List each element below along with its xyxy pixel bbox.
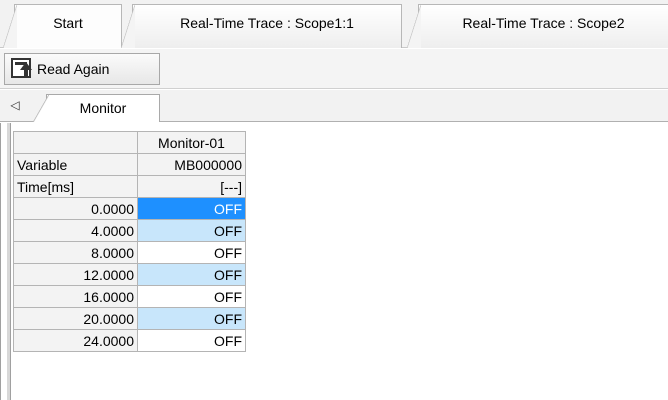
scroll-left-icon[interactable]: ◁ (8, 96, 22, 114)
toolbar: Read Again (0, 49, 668, 89)
table-row[interactable]: 16.0000 OFF (13, 285, 246, 308)
tab-real-time-trace-scope2[interactable]: Real-Time Trace : Scope2 (407, 4, 668, 48)
time-cell: 12.0000 (13, 263, 138, 286)
tab-real-time-trace-scope1[interactable]: Real-Time Trace : Scope1:1 (121, 4, 402, 48)
variable-value[interactable]: MB000000 (137, 153, 246, 176)
time-cell: 16.0000 (13, 285, 138, 308)
value-cell[interactable]: OFF (137, 197, 246, 220)
read-again-icon (11, 58, 33, 80)
tab-start-label: Start (53, 15, 83, 31)
table-row[interactable]: 12.0000 OFF (13, 263, 246, 286)
time-label: Time[ms] (13, 175, 138, 198)
time-header-row: Time[ms] [---] (13, 175, 246, 198)
tab-scope1-label: Real-Time Trace : Scope1:1 (180, 15, 354, 31)
value-cell[interactable]: OFF (137, 307, 246, 330)
read-again-label: Read Again (37, 61, 110, 77)
time-cell: 20.0000 (13, 307, 138, 330)
tab-scope2-label: Real-Time Trace : Scope2 (462, 15, 625, 31)
variable-label: Variable (13, 153, 138, 176)
value-cell[interactable]: OFF (137, 263, 246, 286)
table-header-row: Monitor-01 (13, 131, 246, 154)
variable-row: Variable MB000000 (13, 153, 246, 176)
value-cell[interactable]: OFF (137, 219, 246, 242)
value-cell[interactable]: OFF (137, 241, 246, 264)
time-cell: 8.0000 (13, 241, 138, 264)
value-cell[interactable]: OFF (137, 329, 246, 352)
read-again-button[interactable]: Read Again (4, 53, 160, 85)
time-cell: 24.0000 (13, 329, 138, 352)
table-row[interactable]: 24.0000 OFF (13, 329, 246, 352)
tab-monitor[interactable]: Monitor (33, 94, 160, 122)
time-unit: [---] (137, 175, 246, 198)
tab-start[interactable]: Start (3, 4, 122, 48)
table-row[interactable]: 20.0000 OFF (13, 307, 246, 330)
corner-cell (13, 131, 138, 154)
table-row[interactable]: 8.0000 OFF (13, 241, 246, 264)
monitor-table: Monitor-01 Variable MB000000 Time[ms] [-… (13, 131, 246, 352)
value-cell[interactable]: OFF (137, 285, 246, 308)
panel-left-border (7, 123, 11, 400)
time-cell: 4.0000 (13, 219, 138, 242)
column-header-monitor-01[interactable]: Monitor-01 (137, 131, 246, 154)
time-cell: 0.0000 (13, 197, 138, 220)
monitor-panel: Monitor-01 Variable MB000000 Time[ms] [-… (0, 123, 668, 400)
tab-monitor-label: Monitor (79, 100, 127, 116)
table-row[interactable]: 0.0000 OFF (13, 197, 246, 220)
table-row[interactable]: 4.0000 OFF (13, 219, 246, 242)
monitor-tab-strip: ◁ Monitor (0, 90, 668, 122)
document-tab-strip: Start Real-Time Trace : Scope1:1 Real-Ti… (0, 0, 668, 48)
